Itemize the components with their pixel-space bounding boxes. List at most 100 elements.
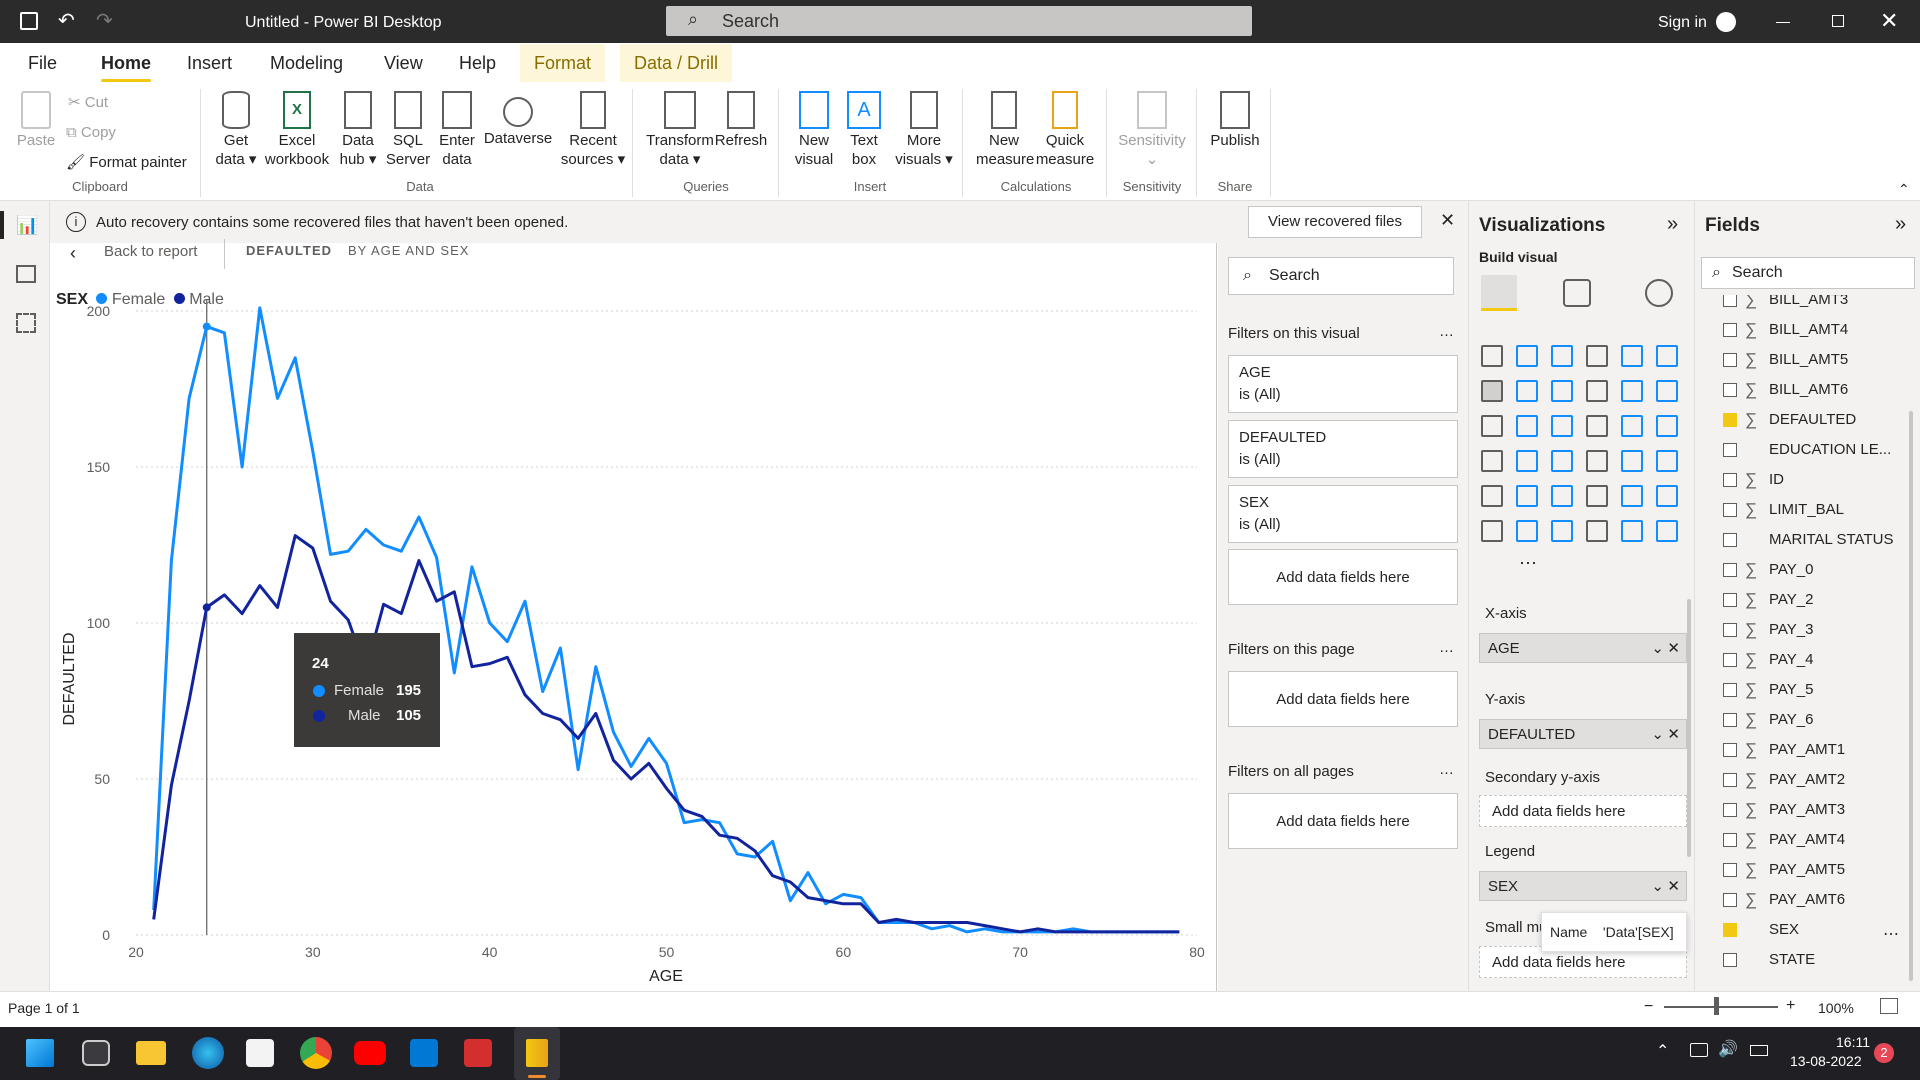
key-influencers-visual-icon[interactable] [1656, 485, 1678, 507]
menu-view[interactable]: View [384, 53, 423, 74]
cut-button[interactable]: ✂ Cut [68, 93, 108, 112]
line-column-visual-icon[interactable] [1586, 380, 1608, 402]
remove-field-icon[interactable]: ✕ [1667, 872, 1680, 902]
more-visuals-icon[interactable]: ⋯ [1519, 553, 1537, 574]
field-checkbox[interactable] [1723, 533, 1737, 547]
fields-scrollbar[interactable] [1909, 411, 1913, 981]
collapse-viz-icon[interactable]: » [1667, 213, 1678, 236]
build-visual-tab-icon[interactable] [1481, 275, 1517, 311]
area-visual-icon[interactable] [1516, 380, 1538, 402]
treemap-visual-icon[interactable] [1656, 415, 1678, 437]
field-checkbox[interactable] [1723, 383, 1737, 397]
field-checkbox[interactable] [1723, 773, 1737, 787]
chevron-down-icon[interactable]: ⌄ [1651, 720, 1664, 750]
data-hub-button[interactable]: Data hub ▾ [334, 91, 382, 169]
field-checkbox[interactable] [1723, 863, 1737, 877]
stacked-column-visual-icon[interactable] [1516, 345, 1538, 367]
field-checkbox[interactable] [1723, 833, 1737, 847]
more-options-icon[interactable]: … [1439, 761, 1454, 778]
donut-visual-icon[interactable] [1621, 415, 1643, 437]
sensitivity-button[interactable]: Sensitivity ⌄ [1114, 91, 1190, 169]
remove-field-icon[interactable]: ✕ [1667, 720, 1680, 750]
restore-icon[interactable] [1832, 15, 1844, 27]
more-visuals-button[interactable]: More visuals ▾ [894, 91, 954, 169]
zoom-slider-handle[interactable] [1714, 997, 1719, 1015]
field-checkbox[interactable] [1723, 323, 1737, 337]
smart-narrative-visual-icon[interactable] [1551, 520, 1573, 542]
file-explorer-icon[interactable] [136, 1041, 166, 1065]
power-apps-visual-icon[interactable] [1621, 520, 1643, 542]
field-checkbox[interactable] [1723, 593, 1737, 607]
field-checkbox[interactable] [1723, 743, 1737, 757]
filters-search-input[interactable]: ⌕ Search [1228, 257, 1454, 295]
filter-card-age[interactable]: AGE is (All) [1228, 355, 1458, 413]
collapse-fields-icon[interactable]: » [1895, 213, 1906, 236]
slicer-visual-icon[interactable] [1481, 485, 1503, 507]
menu-format[interactable]: Format [520, 44, 606, 82]
field-checkbox[interactable] [1723, 443, 1737, 457]
get-data-button[interactable]: Get data ▾ [210, 91, 262, 169]
save-icon[interactable] [20, 12, 38, 30]
secondary-yaxis-well[interactable]: Add data fields here [1479, 795, 1687, 827]
table-visual-icon[interactable] [1516, 485, 1538, 507]
menu-data-drill[interactable]: Data / Drill [620, 44, 733, 82]
100-bar-visual-icon[interactable] [1621, 345, 1643, 367]
scatter-visual-icon[interactable] [1551, 415, 1573, 437]
notification-badge[interactable]: 2 [1874, 1043, 1894, 1063]
legend-well[interactable]: SEX ⌄ ✕ [1479, 871, 1687, 901]
copy-button[interactable]: ⧉ Copy [66, 123, 116, 142]
pie-visual-icon[interactable] [1586, 415, 1608, 437]
filled-map-visual-icon[interactable] [1516, 450, 1538, 472]
undo-icon[interactable]: ↶ [58, 8, 75, 33]
search-input[interactable]: ⌕ Search [666, 6, 1252, 36]
new-measure-button[interactable]: New measure [976, 91, 1034, 169]
menu-modeling[interactable]: Modeling [270, 53, 343, 74]
publish-button[interactable]: Publish [1208, 91, 1262, 150]
field-checkbox[interactable] [1723, 623, 1737, 637]
zoom-slider[interactable] [1664, 1006, 1778, 1008]
field-checkbox[interactable] [1723, 413, 1737, 427]
transform-data-button[interactable]: Transform data ▾ [644, 91, 716, 169]
store-icon[interactable] [246, 1039, 274, 1067]
clustered-column-visual-icon[interactable] [1586, 345, 1608, 367]
battery-icon[interactable] [1750, 1045, 1768, 1056]
100-column-visual-icon[interactable] [1656, 345, 1678, 367]
field-checkbox[interactable] [1723, 295, 1737, 307]
field-checkbox[interactable] [1723, 653, 1737, 667]
menu-file[interactable]: File [28, 53, 57, 74]
network-icon[interactable] [1690, 1043, 1708, 1057]
chrome-icon[interactable] [300, 1037, 332, 1069]
format-painter-button[interactable]: 🖌 Format painter [66, 153, 187, 172]
field-checkbox[interactable] [1723, 713, 1737, 727]
avatar[interactable] [1716, 12, 1736, 32]
recent-sources-button[interactable]: Recent sources ▾ [560, 91, 626, 169]
card-visual-icon[interactable] [1586, 450, 1608, 472]
format-visual-tab-icon[interactable] [1563, 279, 1591, 307]
report-view-icon[interactable] [0, 211, 4, 239]
filter-card-sex[interactable]: SEX is (All) [1228, 485, 1458, 543]
dataverse-button[interactable]: Dataverse [482, 91, 554, 148]
analytics-tab-icon[interactable] [1645, 279, 1673, 307]
paginated-visual-icon[interactable] [1586, 520, 1608, 542]
view-recovered-files-button[interactable]: View recovered files [1248, 206, 1422, 238]
remove-field-icon[interactable]: ✕ [1667, 634, 1680, 664]
python-visual-visual-icon[interactable] [1621, 485, 1643, 507]
field-checkbox[interactable] [1723, 953, 1737, 967]
close-infobar-icon[interactable]: ✕ [1440, 210, 1455, 231]
table-view-icon[interactable] [16, 265, 36, 283]
gauge-visual-icon[interactable] [1551, 450, 1573, 472]
line-clustered-visual-icon[interactable] [1621, 380, 1643, 402]
collapse-ribbon-icon[interactable]: ⌃ [1898, 181, 1910, 198]
task-view-icon[interactable] [82, 1040, 110, 1066]
clock-time[interactable]: 16:11 [1836, 1034, 1870, 1050]
bar-chart-icon[interactable]: 📊 [16, 215, 38, 236]
edge-icon[interactable] [192, 1037, 224, 1069]
zoom-in-icon[interactable]: + [1786, 997, 1795, 1015]
more-options-icon[interactable]: … [1439, 323, 1454, 340]
chevron-up-icon[interactable]: ⌃ [1656, 1041, 1669, 1061]
field-checkbox[interactable] [1723, 353, 1737, 367]
kpi-visual-icon[interactable] [1656, 450, 1678, 472]
map-visual-icon[interactable] [1481, 450, 1503, 472]
wps-icon[interactable] [464, 1039, 492, 1067]
field-checkbox[interactable] [1723, 503, 1737, 517]
